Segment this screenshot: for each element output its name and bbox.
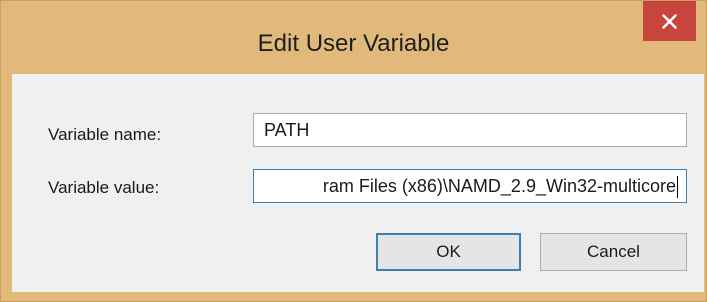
dialog-body: Variable name: PATH Variable value: ram … [12,74,704,292]
window-bottom-border [1,292,706,301]
variable-value-label: Variable value: [48,178,160,197]
text-caret [677,176,678,199]
edit-user-variable-dialog: Edit User Variable Variable name: PATH V… [0,0,707,302]
dialog-title: Edit User Variable [257,30,450,57]
close-icon [662,14,677,29]
title-bar[interactable]: Edit User Variable [1,1,706,74]
variable-name-input[interactable]: PATH [253,113,687,147]
ok-button[interactable]: OK [376,233,521,271]
variable-value-input[interactable]: ram Files (x86)\NAMD_2.9_Win32-multicore [253,169,687,203]
cancel-button[interactable]: Cancel [540,233,687,271]
variable-value-value: ram Files (x86)\NAMD_2.9_Win32-multicore [322,176,676,196]
variable-name-label: Variable name: [48,125,162,144]
close-button[interactable] [643,1,696,41]
variable-name-value: PATH [264,120,310,140]
variable-value-text-wrap: ram Files (x86)\NAMD_2.9_Win32-multicore [323,170,678,202]
